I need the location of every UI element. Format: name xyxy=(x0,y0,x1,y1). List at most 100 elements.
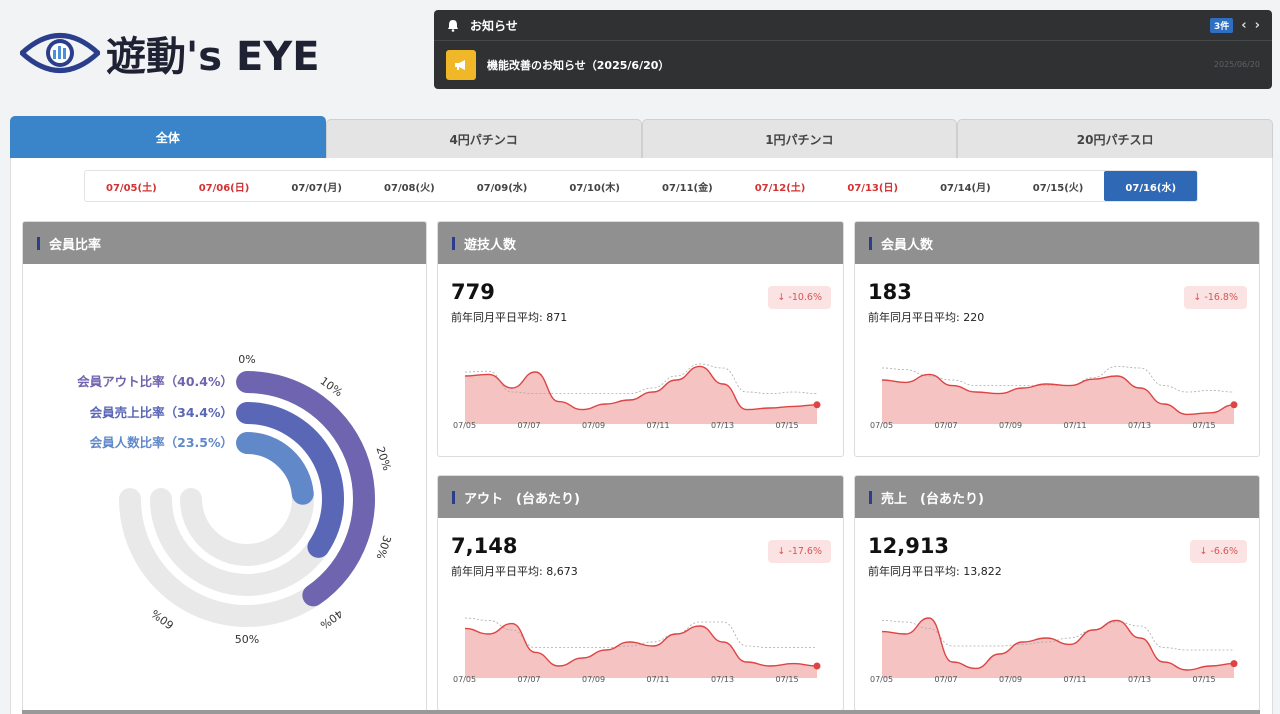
tab-all[interactable]: 全体 xyxy=(10,116,326,158)
radial-bar xyxy=(236,432,314,505)
date-option[interactable]: 07/12(土) xyxy=(734,171,827,201)
x-axis-label: 07/07 xyxy=(517,675,541,684)
series-area xyxy=(882,374,1234,424)
latest-point xyxy=(813,401,821,409)
x-axis-label: 07/13 xyxy=(711,421,735,430)
header-accent xyxy=(452,236,455,250)
change-badge: ↓ -6.6% xyxy=(1190,540,1247,563)
x-axis-label: 07/11 xyxy=(1063,421,1087,430)
prev-year-average: 前年同月平日平均: 13,822 xyxy=(868,565,1002,578)
tab-4yen-pachinko[interactable]: 4円パチンコ xyxy=(325,119,642,158)
axis-tick: 30% xyxy=(374,534,394,561)
x-axis-label: 07/09 xyxy=(999,421,1023,430)
axis-tick: 60% xyxy=(149,607,176,632)
date-option[interactable]: 07/09(水) xyxy=(456,171,549,201)
x-axis-label: 07/07 xyxy=(934,421,958,430)
metric-card-players: 遊技人数 779 前年同月平日平均: 871 ↓ -10.6% 07/05 07/07 07… xyxy=(437,221,844,457)
date-option[interactable]: 07/13(日) xyxy=(826,171,919,201)
x-axis-label: 07/07 xyxy=(517,421,541,430)
latest-point xyxy=(1230,660,1238,668)
x-axis-label: 07/11 xyxy=(646,421,670,430)
next-section-edge xyxy=(22,710,1260,714)
card-header: 遊技人数 xyxy=(438,222,843,264)
tab-1yen-pachinko[interactable]: 1円パチンコ xyxy=(641,119,958,158)
x-axis-label: 07/05 xyxy=(870,421,894,430)
latest-point xyxy=(1230,401,1238,409)
radial-bar-chart: 会員アウト比率（40.4%） 会員売上比率（34.4%） 会員人数比率（23.5%）… xyxy=(77,353,394,646)
news-header: お知らせ 3件 ‹ › xyxy=(434,10,1272,41)
card-title: 遊技人数 xyxy=(464,237,517,253)
category-tabs: 全体 4円パチンコ 1円パチンコ 20円パチスロ xyxy=(10,116,1273,158)
date-option[interactable]: 07/11(金) xyxy=(641,171,734,201)
x-axis-label: 07/05 xyxy=(870,675,894,684)
news-count-badge: 3件 xyxy=(1210,17,1234,33)
card-title: 会員人数 xyxy=(881,237,934,253)
card-title: アウト (台あたり) xyxy=(464,491,580,507)
news-item[interactable]: 機能改善のお知らせ（2025/6/20） 2025/06/20 xyxy=(434,41,1272,88)
sparkline-chart xyxy=(881,365,1238,424)
metric-value: 7,148 xyxy=(451,534,518,558)
tab-20yen-pachislot[interactable]: 20円パチスロ xyxy=(957,119,1273,158)
x-axis-label: 07/05 xyxy=(453,675,477,684)
card-title: 会員比率 xyxy=(49,237,102,253)
card-header: 会員人数 xyxy=(855,222,1259,264)
app-logo: 遊動's EYE xyxy=(20,24,320,82)
bell-icon xyxy=(448,19,458,32)
metric-value: 12,913 xyxy=(868,534,950,558)
x-axis-label: 07/15 xyxy=(1192,675,1216,684)
x-axis-label: 07/05 xyxy=(453,421,477,430)
metric-value: 183 xyxy=(868,280,912,304)
date-option[interactable]: 07/16(水) xyxy=(1104,171,1198,201)
prev-year-average: 前年同月平日平均: 871 xyxy=(451,311,568,324)
metric-card-out-per-machine: アウト (台あたり) 7,148 前年同月平日平均: 8,673 ↓ -17.6% 07… xyxy=(437,475,844,711)
sparkline-chart xyxy=(464,363,821,424)
x-axis-label: 07/15 xyxy=(775,675,799,684)
prev-year-average: 前年同月平日平均: 220 xyxy=(868,311,985,324)
x-axis-label: 07/13 xyxy=(1128,421,1152,430)
metric-value: 779 xyxy=(451,280,495,304)
date-option[interactable]: 07/08(火) xyxy=(363,171,456,201)
eye-icon xyxy=(20,33,100,73)
card-header: 会員比率 xyxy=(23,222,426,264)
series-label: 会員アウト比率（40.4%） xyxy=(77,374,233,389)
change-badge: ↓ -17.6% xyxy=(768,540,831,563)
series-label: 会員人数比率（23.5%） xyxy=(90,435,233,450)
x-axis-label: 07/13 xyxy=(711,675,735,684)
date-option[interactable]: 07/14(月) xyxy=(919,171,1012,201)
x-axis-label: 07/11 xyxy=(646,675,670,684)
date-option[interactable]: 07/05(土) xyxy=(85,171,178,201)
change-badge: ↓ -10.6% xyxy=(768,286,831,309)
sparkline-chart xyxy=(881,617,1238,678)
date-option[interactable]: 07/10(木) xyxy=(548,171,641,201)
megaphone-icon xyxy=(446,49,476,80)
news-next-button[interactable]: › xyxy=(1255,18,1260,33)
news-item-text: 機能改善のお知らせ（2025/6/20） xyxy=(487,58,670,72)
axis-tick: 40% xyxy=(318,607,345,632)
header-accent xyxy=(37,236,40,250)
x-axis-label: 07/09 xyxy=(582,675,606,684)
header-accent xyxy=(869,236,872,250)
header-accent xyxy=(452,490,455,504)
date-option[interactable]: 07/07(月) xyxy=(270,171,363,201)
x-axis-label: 07/15 xyxy=(1192,421,1216,430)
news-panel: お知らせ 3件 ‹ › 機能改善のお知らせ（2025/6/20） 2025/06… xyxy=(434,10,1272,89)
metric-card-sales-per-machine: 売上 (台あたり) 12,913 前年同月平日平均: 13,822 ↓ -6.6% 07… xyxy=(854,475,1260,711)
metric-card-members: 会員人数 183 前年同月平日平均: 220 ↓ -16.8% 07/05 07/07 07… xyxy=(854,221,1260,457)
sparkline-chart xyxy=(464,617,821,678)
news-prev-button[interactable]: ‹ xyxy=(1241,18,1246,33)
x-axis-label: 07/15 xyxy=(775,421,799,430)
date-option[interactable]: 07/06(日) xyxy=(178,171,271,201)
member-ratio-card: 会員比率 会員アウト比率（40.4%） 会員売上比率（34.4%） 会員人数比率（2… xyxy=(22,221,427,713)
x-axis-label: 07/09 xyxy=(999,675,1023,684)
prev-year-average: 前年同月平日平均: 8,673 xyxy=(451,565,578,578)
change-badge: ↓ -16.8% xyxy=(1184,286,1247,309)
x-axis-label: 07/13 xyxy=(1128,675,1152,684)
date-selector: 07/05(土) 07/06(日) 07/07(月) 07/08(火) 07/09(水)… xyxy=(84,170,1198,202)
date-option[interactable]: 07/15(火) xyxy=(1012,171,1105,201)
brand-name: 遊動's EYE xyxy=(106,34,320,80)
axis-tick: 50% xyxy=(235,633,259,646)
header-accent xyxy=(869,490,872,504)
series-area xyxy=(465,623,817,678)
x-axis-label: 07/07 xyxy=(934,675,958,684)
x-axis-label: 07/11 xyxy=(1063,675,1087,684)
